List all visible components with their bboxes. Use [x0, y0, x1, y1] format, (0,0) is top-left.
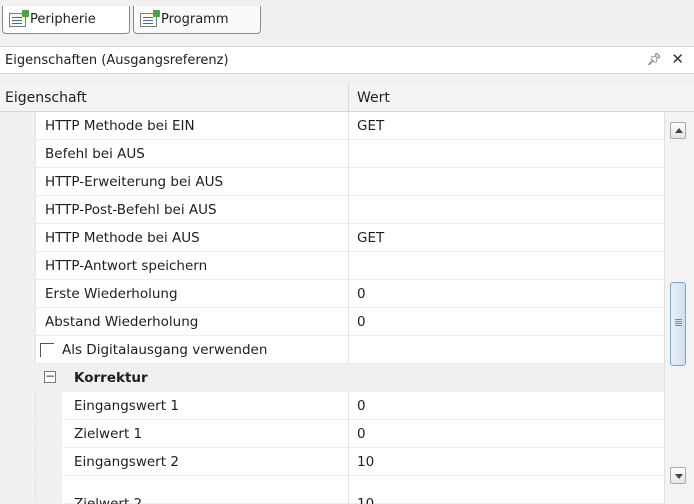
- column-divider: [348, 280, 349, 308]
- property-value[interactable]: 0: [357, 308, 366, 336]
- table-row[interactable]: HTTP-Post-Befehl bei AUS: [0, 196, 664, 224]
- table-row[interactable]: HTTP Methode bei AUS GET: [0, 224, 664, 252]
- column-divider: [348, 420, 349, 448]
- property-name: Eingangswert 1: [74, 398, 179, 414]
- panel-title: Eigenschaften (Ausgangsreferenz): [5, 52, 229, 68]
- table-row[interactable]: Zielwert 2 10: [0, 476, 664, 504]
- close-icon[interactable]: ✕: [671, 50, 684, 68]
- property-value[interactable]: GET: [357, 112, 384, 140]
- property-name: Erste Wiederholung: [45, 286, 178, 302]
- column-divider: [348, 196, 349, 224]
- property-value[interactable]: 0: [357, 420, 366, 448]
- group-indent: [36, 476, 62, 504]
- tab-label: Programm: [161, 12, 229, 27]
- table-row[interactable]: HTTP-Antwort speichern: [0, 252, 664, 280]
- property-name: Eingangswert 2: [74, 454, 179, 470]
- property-name: HTTP Methode bei AUS: [45, 230, 200, 246]
- tab-strip: Peripherie Programm: [0, 0, 694, 38]
- group-row-korrektur[interactable]: − Korrektur: [0, 364, 664, 392]
- property-name: Zielwert 2: [74, 496, 143, 504]
- column-divider: [348, 448, 349, 476]
- table-row[interactable]: Erste Wiederholung 0: [0, 280, 664, 308]
- column-divider: [348, 168, 349, 196]
- column-divider: [348, 140, 349, 168]
- table-row[interactable]: Abstand Wiederholung 0: [0, 308, 664, 336]
- column-divider: [348, 392, 349, 420]
- panel-titlebar: Eigenschaften (Ausgangsreferenz) 📌︎ ✕: [0, 46, 694, 74]
- column-divider: [348, 476, 349, 504]
- column-divider[interactable]: [348, 84, 349, 112]
- table-row[interactable]: Eingangswert 1 0: [0, 392, 664, 420]
- group-name: Korrektur: [74, 370, 148, 386]
- property-name: Als Digitalausgang verwenden: [62, 342, 268, 358]
- grid-header: Eigenschaft Wert: [0, 84, 694, 112]
- vertical-scrollbar[interactable]: [664, 112, 694, 504]
- column-divider: [348, 308, 349, 336]
- property-name: HTTP Methode bei EIN: [45, 118, 195, 134]
- property-name: Zielwert 1: [74, 426, 143, 442]
- grip-icon: [675, 319, 682, 320]
- table-row[interactable]: HTTP-Erweiterung bei AUS: [0, 168, 664, 196]
- table-row[interactable]: Eingangswert 2 10: [0, 448, 664, 476]
- property-grid: HTTP Methode bei EIN GET Befehl bei AUS …: [0, 112, 664, 504]
- column-header-value[interactable]: Wert: [357, 84, 390, 112]
- property-name: Befehl bei AUS: [45, 146, 145, 162]
- scroll-up-icon[interactable]: [670, 122, 686, 139]
- column-divider: [348, 112, 349, 140]
- property-value[interactable]: GET: [357, 224, 384, 252]
- scroll-down-icon[interactable]: [670, 467, 686, 484]
- tab-programm[interactable]: Programm: [133, 6, 261, 34]
- column-divider: [348, 336, 349, 364]
- property-name: HTTP-Antwort speichern: [45, 258, 208, 274]
- table-row[interactable]: HTTP Methode bei EIN GET: [0, 112, 664, 140]
- group-indent: [36, 420, 62, 448]
- property-value[interactable]: 10: [357, 490, 374, 504]
- property-value[interactable]: 0: [357, 392, 366, 420]
- pin-icon[interactable]: 📌︎: [647, 52, 662, 66]
- tab-label: Peripherie: [30, 12, 96, 27]
- digital-output-checkbox[interactable]: [40, 343, 54, 357]
- table-row[interactable]: Zielwert 1 0: [0, 420, 664, 448]
- property-name: HTTP-Erweiterung bei AUS: [45, 174, 224, 190]
- group-indent: [36, 392, 62, 420]
- tab-peripherie[interactable]: Peripherie: [2, 6, 130, 34]
- property-name: HTTP-Post-Befehl bei AUS: [45, 202, 217, 218]
- property-value[interactable]: 10: [357, 448, 374, 476]
- table-row[interactable]: Als Digitalausgang verwenden: [0, 336, 664, 364]
- column-divider: [348, 224, 349, 252]
- document-icon: [9, 9, 29, 27]
- column-divider: [348, 252, 349, 280]
- scrollbar-thumb[interactable]: [670, 282, 686, 366]
- group-indent: [36, 448, 62, 476]
- table-row[interactable]: Befehl bei AUS: [0, 140, 664, 168]
- document-icon: [140, 9, 160, 27]
- property-value[interactable]: 0: [357, 280, 366, 308]
- property-name: Abstand Wiederholung: [45, 314, 199, 330]
- collapse-icon[interactable]: −: [44, 370, 56, 383]
- column-header-property[interactable]: Eigenschaft: [5, 84, 87, 112]
